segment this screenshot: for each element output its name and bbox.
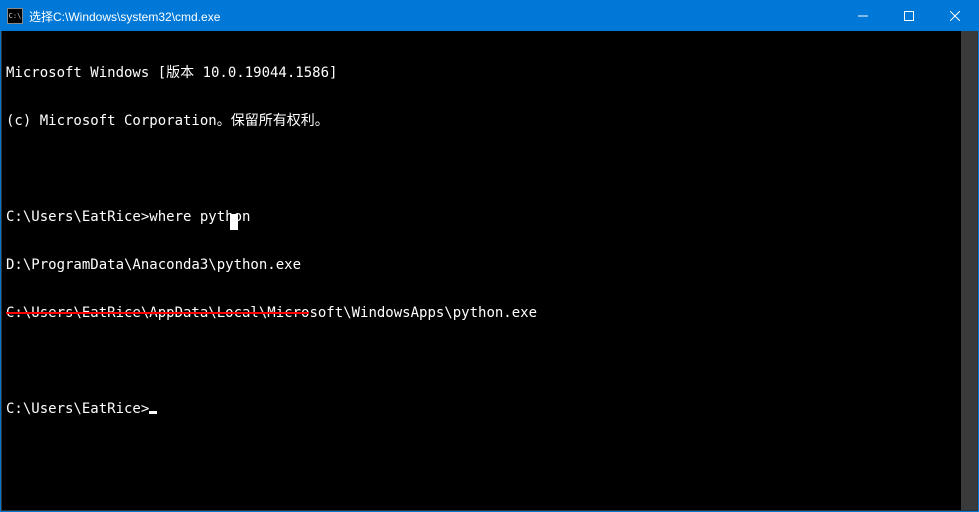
- minimize-button[interactable]: [840, 1, 886, 31]
- terminal-area[interactable]: Microsoft Windows [版本 10.0.19044.1586] (…: [1, 31, 978, 511]
- titlebar[interactable]: C:\ 选择C:\Windows\system32\cmd.exe: [1, 1, 978, 31]
- window-controls: [840, 1, 978, 31]
- maximize-icon: [904, 11, 914, 21]
- cmd-icon: C:\: [7, 8, 23, 24]
- terminal-line: C:\Users\EatRice>where python: [6, 209, 973, 225]
- window-title: 选择C:\Windows\system32\cmd.exe: [29, 8, 840, 25]
- terminal-line: [6, 161, 973, 177]
- terminal-line-struck: C:\Users\EatRice\AppData\Local\Microsoft…: [6, 305, 973, 321]
- terminal-line: Microsoft Windows [版本 10.0.19044.1586]: [6, 65, 973, 81]
- struck-text: C:\Users\EatRice\AppData\Local\Micro: [6, 305, 309, 321]
- close-button[interactable]: [932, 1, 978, 31]
- close-icon: [950, 11, 960, 21]
- terminal-line: (c) Microsoft Corporation。保留所有权利。: [6, 113, 973, 129]
- prompt-text: C:\Users\EatRice>: [6, 401, 149, 417]
- cmd-window: C:\ 选择C:\Windows\system32\cmd.exe Micros…: [0, 0, 979, 512]
- terminal-line: [6, 353, 973, 369]
- maximize-button[interactable]: [886, 1, 932, 31]
- terminal-prompt-line: C:\Users\EatRice>: [6, 401, 973, 417]
- scroll-thumb[interactable]: [961, 31, 977, 510]
- minimize-icon: [858, 11, 868, 21]
- selection-highlight: [230, 214, 238, 230]
- terminal-line: D:\ProgramData\Anaconda3\python.exe: [6, 257, 973, 273]
- struck-rest: soft\WindowsApps\python.exe: [309, 305, 537, 321]
- cursor: [149, 411, 157, 414]
- scrollbar[interactable]: [961, 31, 977, 510]
